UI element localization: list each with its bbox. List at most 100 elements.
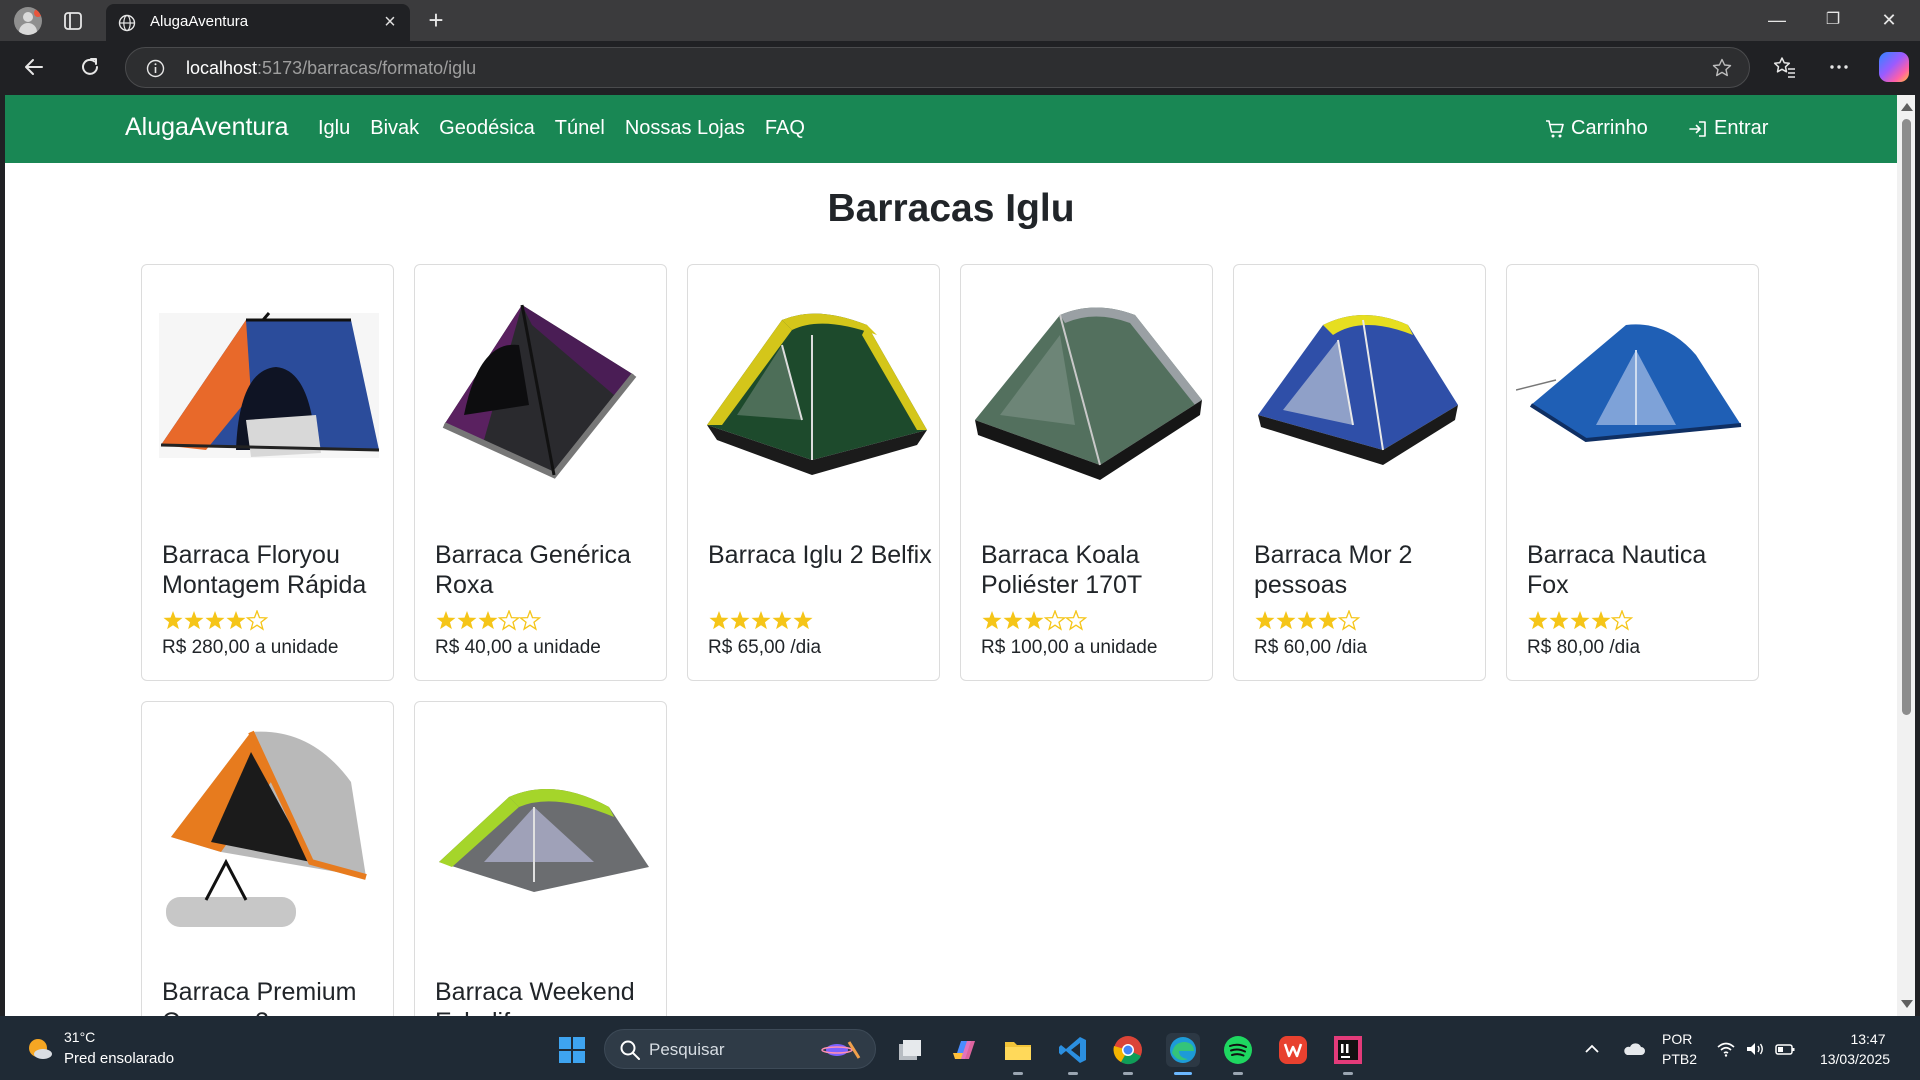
keyboard-layout[interactable]: PTB2 — [1662, 1051, 1697, 1067]
onedrive-cloud-icon[interactable] — [1622, 1040, 1646, 1058]
battery-icon[interactable] — [1775, 1040, 1795, 1058]
star-filled-icon — [1570, 611, 1590, 630]
taskbar-search[interactable]: Pesquisar — [604, 1029, 876, 1069]
spotify-icon[interactable] — [1221, 1033, 1255, 1075]
product-name[interactable]: Barraca Nautica Fox — [1527, 540, 1752, 600]
search-placeholder: Pesquisar — [649, 1040, 725, 1059]
volume-icon[interactable] — [1745, 1040, 1765, 1058]
show-hidden-icons-chevron-up-icon[interactable] — [1582, 1040, 1602, 1058]
restore-icon[interactable]: ❐ — [1820, 8, 1846, 32]
star-filled-icon — [730, 611, 750, 630]
scrollbar-thumb[interactable] — [1902, 119, 1911, 715]
search-highlight-icon — [821, 1041, 861, 1059]
vscode-icon[interactable] — [1056, 1033, 1090, 1075]
url-text[interactable]: localhost:5173/barracas/formato/iglu — [186, 58, 476, 79]
product-card[interactable]: Barraca Nautica Fox R$ 80,00 /dia — [1506, 264, 1759, 681]
star-filled-icon — [1024, 611, 1044, 630]
weather-temperature[interactable]: 31°C — [64, 1029, 95, 1045]
url-host: localhost — [186, 58, 258, 78]
nav-link-geodesica[interactable]: Geodésica — [439, 117, 535, 140]
product-price: R$ 65,00 /dia — [708, 637, 822, 658]
star-filled-icon — [982, 611, 1002, 630]
rating-stars — [709, 611, 813, 630]
nav-link-tunel[interactable]: Túnel — [555, 117, 605, 140]
wifi-icon[interactable] — [1716, 1040, 1736, 1058]
product-name[interactable]: Barraca Weekend Echolife — [435, 977, 660, 1016]
product-card[interactable]: Barraca Iglu 2 Belfix R$ 65,00 /dia — [687, 264, 940, 681]
product-card[interactable]: Barraca Premium Canyon 3 pessoas — [141, 701, 394, 1016]
rating-stars — [982, 610, 1088, 631]
copilot-icon[interactable] — [1879, 52, 1909, 82]
close-tab-icon[interactable]: × — [380, 12, 400, 32]
chrome-icon[interactable] — [1111, 1033, 1145, 1075]
weather-description[interactable]: Pred ensolarado — [64, 1050, 174, 1067]
cart-icon — [1546, 119, 1564, 137]
star-empty-icon — [1064, 610, 1088, 631]
site-brand[interactable]: AlugaAventura — [125, 113, 289, 142]
page-scrollbar[interactable] — [1897, 95, 1915, 1016]
file-explorer-icon[interactable] — [1001, 1033, 1035, 1075]
rating-stars — [436, 610, 542, 631]
product-name[interactable]: Barraca Iglu 2 Belfix — [708, 540, 933, 570]
product-name[interactable]: Barraca Premium Canyon 3 pessoas — [162, 977, 387, 1016]
window-edge — [1915, 95, 1920, 1016]
minimize-icon[interactable]: — — [1764, 8, 1790, 32]
back-icon[interactable] — [20, 53, 48, 81]
nav-link-iglu[interactable]: Iglu — [318, 117, 350, 140]
reload-icon[interactable] — [76, 53, 104, 81]
star-filled-icon — [1528, 611, 1548, 630]
address-bar[interactable]: localhost:5173/barracas/formato/iglu — [125, 47, 1750, 88]
tab-actions-icon[interactable] — [62, 10, 84, 32]
more-options-icon[interactable] — [1826, 54, 1852, 80]
rating-stars — [163, 610, 269, 631]
star-filled-icon — [1591, 611, 1611, 630]
login-label: Entrar — [1714, 117, 1769, 139]
login-link[interactable]: Entrar — [1688, 117, 1768, 140]
intellij-icon[interactable] — [1331, 1033, 1365, 1075]
nav-links: Iglu Bivak Geodésica Túnel Nossas Lojas … — [318, 117, 825, 140]
product-name[interactable]: Barraca Koala Poliéster 170T — [981, 540, 1206, 600]
input-language[interactable]: POR — [1662, 1031, 1692, 1047]
scroll-down-icon[interactable] — [1901, 1000, 1913, 1008]
star-filled-icon — [1003, 611, 1023, 630]
favorites-icon[interactable] — [1772, 54, 1798, 80]
page-viewport: AlugaAventura Iglu Bivak Geodésica Túnel… — [5, 95, 1897, 1016]
star-filled-icon — [709, 611, 729, 630]
product-name[interactable]: Barraca Genérica Roxa — [435, 540, 660, 600]
product-name[interactable]: Barraca Mor 2 pessoas — [1254, 540, 1479, 600]
scroll-up-icon[interactable] — [1901, 103, 1913, 111]
rating-stars — [1528, 610, 1634, 631]
product-card[interactable]: Barraca Koala Poliéster 170T R$ 100,00 a… — [960, 264, 1213, 681]
product-card[interactable]: Barraca Mor 2 pessoas R$ 60,00 /dia — [1233, 264, 1486, 681]
star-filled-icon — [226, 611, 246, 630]
edge-icon[interactable] — [1166, 1033, 1200, 1075]
profile-avatar-icon[interactable] — [14, 7, 42, 35]
copilot-taskbar-icon[interactable] — [947, 1033, 981, 1067]
product-card[interactable]: Barraca Weekend Echolife — [414, 701, 667, 1016]
clock-date[interactable]: 13/03/2025 — [1816, 1051, 1894, 1067]
star-filled-icon — [205, 611, 225, 630]
product-card[interactable]: Barraca Floryou Montagem Rápida R$ 280,0… — [141, 264, 394, 681]
tent-image — [151, 712, 385, 937]
favorite-star-icon[interactable] — [1711, 57, 1733, 79]
product-name[interactable]: Barraca Floryou Montagem Rápida — [162, 540, 387, 600]
rating-stars — [1255, 610, 1361, 631]
star-empty-icon — [1337, 610, 1361, 631]
product-card[interactable]: Barraca Genérica Roxa R$ 40,00 a unidade — [414, 264, 667, 681]
clock-time[interactable]: 13:47 — [1844, 1031, 1892, 1047]
new-tab-icon[interactable]: + — [424, 7, 448, 33]
cart-label: Carrinho — [1571, 117, 1648, 139]
wps-office-icon[interactable] — [1276, 1033, 1310, 1067]
nav-link-faq[interactable]: FAQ — [765, 117, 805, 140]
windows-start-icon[interactable] — [558, 1036, 586, 1064]
close-window-icon[interactable]: ✕ — [1876, 8, 1902, 32]
browser-tab[interactable]: AlugaAventura × — [106, 4, 410, 41]
nav-link-nossas-lojas[interactable]: Nossas Lojas — [625, 117, 745, 140]
browser-tab-bar: AlugaAventura × + — ❐ ✕ — [0, 0, 1920, 41]
info-icon[interactable] — [146, 59, 165, 78]
cart-link[interactable]: Carrinho — [1545, 117, 1648, 140]
task-view-icon[interactable] — [892, 1033, 926, 1067]
nav-link-bivak[interactable]: Bivak — [370, 117, 419, 140]
weather-sun-icon[interactable] — [24, 1033, 54, 1063]
browser-toolbar: localhost:5173/barracas/formato/iglu — [0, 41, 1920, 95]
